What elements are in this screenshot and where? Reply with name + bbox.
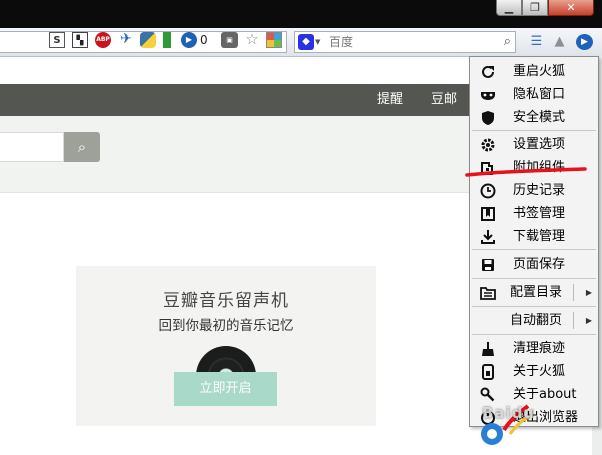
save-icon <box>482 259 494 271</box>
site-search-button[interactable]: ⌕ <box>64 132 100 162</box>
adblock-icon[interactable]: ABP <box>95 32 111 48</box>
menu-item-clear-history[interactable]: 清理痕迹 <box>470 337 598 360</box>
menu-label: 下载管理 <box>513 229 566 244</box>
shield-icon <box>482 111 494 125</box>
menu-label: 关于火狐 <box>513 364 566 379</box>
broom-icon <box>482 342 494 356</box>
nav-link-reminders[interactable]: 提醒 <box>377 84 403 116</box>
clock-icon <box>480 183 496 199</box>
menu-label: 自动翻页 <box>510 313 563 328</box>
bookmark-star-icon[interactable]: ☆ <box>244 32 260 48</box>
camera-icon[interactable]: ▣ <box>221 32 238 48</box>
python-icon[interactable] <box>140 32 156 48</box>
menu-item-save-page[interactable]: 页面保存 <box>470 253 598 276</box>
red-underline-annotation <box>465 167 587 177</box>
close-window-button[interactable]: ✕ <box>548 0 594 16</box>
menu-item-autopager[interactable]: 自动翻页 ▶ <box>470 309 598 332</box>
search-icon[interactable]: ⌕ <box>504 33 511 51</box>
restore-icon: ❐ <box>530 1 540 14</box>
menu-separator <box>472 278 596 279</box>
minimize-icon: ▁ <box>504 1 514 14</box>
menu-label: 重启火狐 <box>513 64 566 79</box>
sidebar-toggle-icon[interactable]: ☰ <box>528 34 545 50</box>
menu-label: 书签管理 <box>513 206 566 221</box>
promo-subtitle: 回到你最初的音乐记忆 <box>158 318 294 334</box>
submenu-arrow-icon: ▶ <box>585 316 592 325</box>
bookmark-icon <box>481 207 495 221</box>
menu-label: 隐私窗口 <box>513 87 566 102</box>
menu-label: 页面保存 <box>513 257 566 272</box>
menu-separator <box>472 130 596 131</box>
submenu-divider <box>573 284 574 301</box>
search-icon: ⌕ <box>77 138 87 156</box>
flag-icon[interactable] <box>163 32 171 48</box>
grid-icon[interactable]: ▚ <box>72 32 88 48</box>
menu-item-safe-mode[interactable]: 安全模式 <box>470 106 598 129</box>
site-search-input[interactable] <box>0 132 64 162</box>
menu-label: 历史记录 <box>513 183 566 198</box>
gear-icon <box>481 138 495 152</box>
chevron-down-icon[interactable]: ▼ <box>315 33 320 51</box>
promo-open-button[interactable]: 立即开启 <box>174 372 277 406</box>
menu-label: 安全模式 <box>513 110 566 125</box>
menu-item-settings[interactable]: 设置选项 <box>470 133 598 156</box>
menu-label: 清理痕迹 <box>513 341 566 356</box>
promo-card: 豆瓣音乐留声机 回到你最初的音乐记忆 立即开启 <box>76 266 376 426</box>
firefox-menu-icon[interactable]: ▶ <box>576 34 593 50</box>
menu-item-restart[interactable]: 重启火狐 <box>470 60 598 83</box>
menu-item-about-firefox[interactable]: 关于火狐 <box>470 360 598 383</box>
submenu-arrow-icon: ▶ <box>585 288 592 297</box>
watermark-text: Baidu <box>482 404 536 422</box>
info-icon <box>482 364 494 380</box>
baidu-paw-icon[interactable]: ◆ <box>298 34 314 50</box>
menu-label: 设置选项 <box>513 137 566 152</box>
extension-count: 0 <box>200 33 208 47</box>
menu-item-profile-folder[interactable]: 配置目录 ▶ <box>470 281 598 304</box>
s-icon[interactable]: S <box>49 32 65 48</box>
menu-item-private-window[interactable]: 隐私窗口 <box>470 83 598 106</box>
menu-separator <box>472 334 596 335</box>
minimize-button[interactable]: ▁ <box>496 0 522 16</box>
menu-label: 配置目录 <box>510 285 563 300</box>
maximize-button[interactable]: ❐ <box>522 0 548 16</box>
search-placeholder: 百度 <box>329 35 354 49</box>
navigation-toolbar: S ▚ ABP ✈ ▶ 0 ▣ ☆ ◆ ▼ 百度 ⌕ ☰ ▲ ▶ <box>0 28 602 57</box>
download-icon <box>481 230 495 244</box>
nav-link-mail[interactable]: 豆邮 <box>431 84 457 116</box>
colorgrid-icon[interactable] <box>266 32 282 48</box>
menu-item-downloads[interactable]: 下载管理 <box>470 225 598 248</box>
sync-icon[interactable]: ▲ <box>551 34 568 50</box>
menu-separator <box>472 249 596 250</box>
menu-item-history[interactable]: 历史记录 <box>470 179 598 202</box>
folder-icon <box>480 287 496 300</box>
menu-separator <box>472 306 596 307</box>
firefox-menu: 重启火狐 隐私窗口 安全模式 设置选项 附加组件 历史记录 书签管理 下载管理 … <box>469 56 599 427</box>
bird-icon[interactable]: ✈ <box>118 32 134 48</box>
private-window-icon <box>481 92 495 100</box>
promo-title: 豆瓣音乐留声机 <box>163 291 289 311</box>
submenu-divider <box>573 312 574 329</box>
close-icon: ✕ <box>566 1 576 14</box>
menu-item-bookmarks[interactable]: 书签管理 <box>470 202 598 225</box>
play-icon[interactable]: ▶ <box>181 32 197 48</box>
search-bar[interactable]: ◆ ▼ 百度 ⌕ <box>294 31 516 53</box>
restart-icon <box>482 65 494 78</box>
